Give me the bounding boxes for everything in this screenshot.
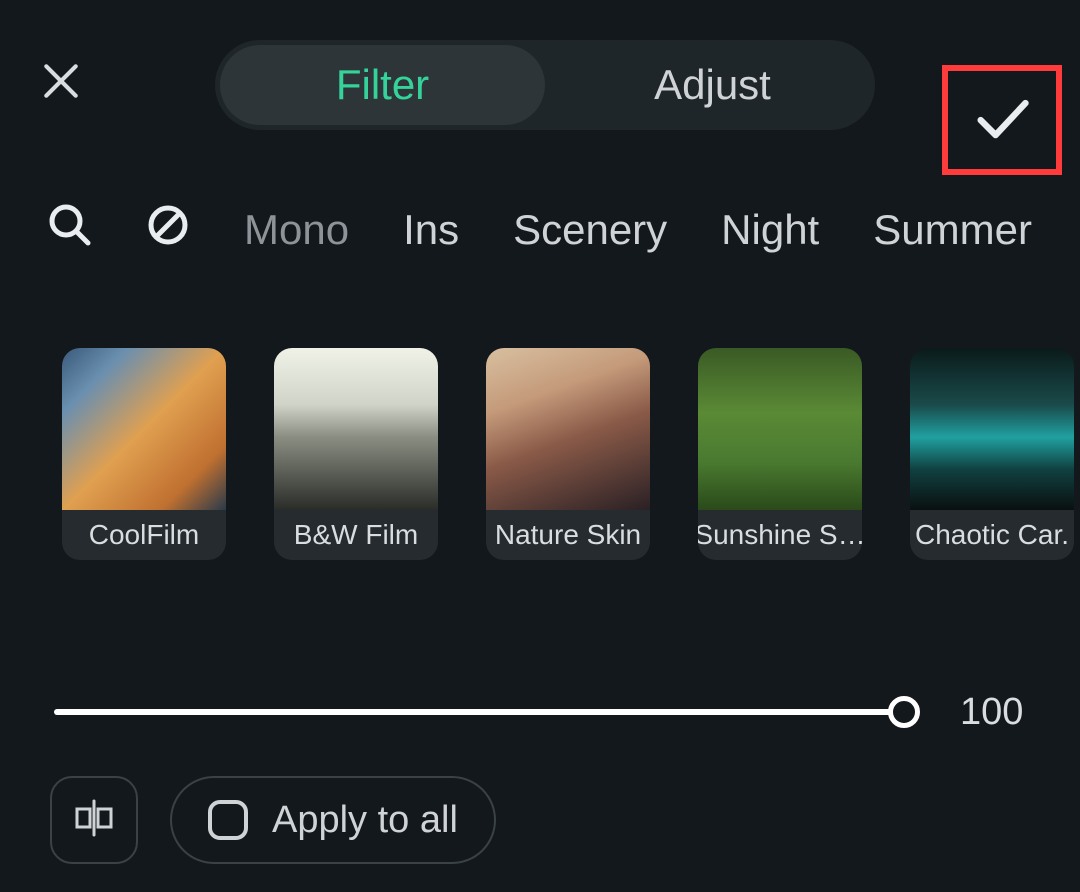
filter-thumb bbox=[274, 348, 438, 510]
tab-filter[interactable]: Filter bbox=[220, 45, 545, 125]
slider-track bbox=[54, 709, 904, 715]
top-bar: Filter Adjust bbox=[0, 40, 1080, 130]
filter-label: Chaotic Car. bbox=[910, 510, 1074, 560]
bottom-controls: Apply to all bbox=[50, 776, 496, 864]
tab-adjust[interactable]: Adjust bbox=[550, 45, 875, 125]
filter-thumb bbox=[910, 348, 1074, 510]
filter-label: B&W Film bbox=[274, 510, 438, 560]
filter-card-natureskin[interactable]: Nature Skin bbox=[486, 348, 650, 560]
apply-to-all-button[interactable]: Apply to all bbox=[170, 776, 496, 864]
filter-cards: CoolFilm B&W Film Nature Skin Sunshine S… bbox=[62, 348, 1080, 568]
close-icon bbox=[40, 89, 82, 106]
filter-card-bwfilm[interactable]: B&W Film bbox=[274, 348, 438, 560]
filter-thumb bbox=[486, 348, 650, 510]
slider-handle[interactable] bbox=[888, 696, 920, 728]
search-icon[interactable] bbox=[48, 203, 92, 257]
compare-button[interactable] bbox=[50, 776, 138, 864]
filter-card-chaoticcar[interactable]: Chaotic Car. bbox=[910, 348, 1074, 560]
category-ins[interactable]: Ins bbox=[403, 206, 459, 254]
none-filter-icon[interactable] bbox=[146, 203, 190, 257]
category-scenery[interactable]: Scenery bbox=[513, 206, 667, 254]
category-mono[interactable]: Mono bbox=[244, 206, 349, 254]
filter-label: Nature Skin bbox=[486, 510, 650, 560]
checkbox-unchecked-icon bbox=[208, 800, 248, 840]
filter-thumb bbox=[698, 348, 862, 510]
compare-icon bbox=[73, 797, 115, 844]
apply-all-label: Apply to all bbox=[272, 799, 458, 842]
intensity-slider[interactable]: 100 bbox=[54, 692, 1040, 732]
category-row: Mono Ins Scenery Night Summer S bbox=[48, 190, 1080, 270]
filter-label: Sunshine S… bbox=[698, 510, 862, 560]
slider-value: 100 bbox=[960, 691, 1040, 734]
filter-thumb bbox=[62, 348, 226, 510]
check-icon bbox=[970, 86, 1034, 155]
category-night[interactable]: Night bbox=[721, 206, 819, 254]
close-button[interactable] bbox=[40, 60, 90, 110]
filter-card-coolfilm[interactable]: CoolFilm bbox=[62, 348, 226, 560]
tab-segment: Filter Adjust bbox=[215, 40, 875, 130]
confirm-button[interactable] bbox=[942, 65, 1062, 175]
filter-card-sunshine[interactable]: Sunshine S… bbox=[698, 348, 862, 560]
filter-label: CoolFilm bbox=[62, 510, 226, 560]
category-summer[interactable]: Summer bbox=[873, 206, 1032, 254]
